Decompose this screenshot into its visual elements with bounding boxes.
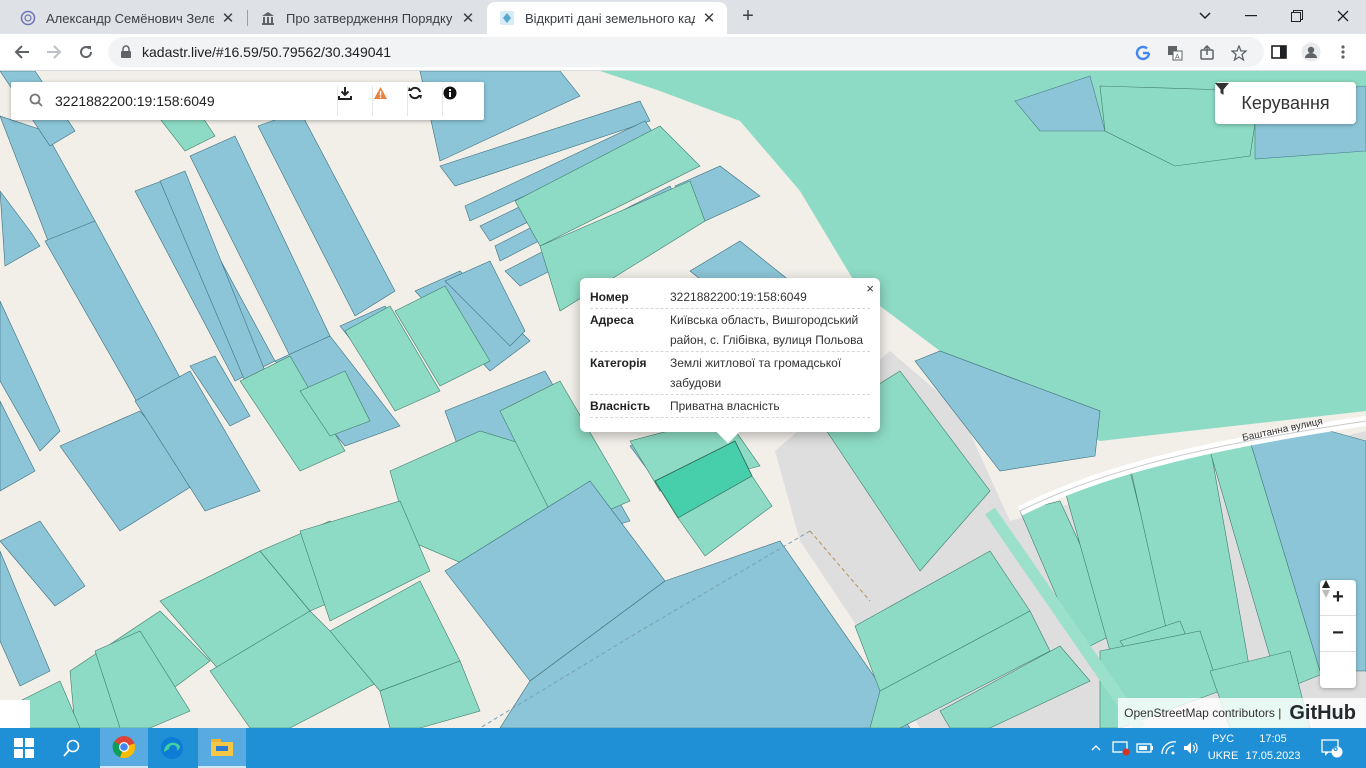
edge-icon[interactable]: [148, 728, 196, 768]
github-link[interactable]: GitHub: [1289, 702, 1356, 725]
map-attribution: OpenStreetMap contributors | GitHub: [1118, 698, 1366, 728]
minimize-icon[interactable]: [1228, 0, 1274, 32]
zoom-out-button[interactable]: −: [1320, 616, 1356, 652]
tab-kadastr[interactable]: Відкриті дані земельного кадаст ✕: [487, 2, 727, 34]
tab-decree[interactable]: Про затвердження Порядку про ✕: [248, 2, 486, 34]
popup-row-category: Категорія Землі житлової та громадської …: [590, 352, 870, 395]
tray-chevron-icon[interactable]: [1088, 728, 1104, 768]
refresh-icon[interactable]: [407, 86, 441, 116]
address-bar[interactable]: kadastr.live/#16.59/50.79562/30.349041 A: [108, 37, 1264, 67]
close-tab-icon[interactable]: ✕: [460, 9, 476, 27]
restore-icon[interactable]: [1274, 0, 1320, 32]
svg-text:A: A: [1175, 54, 1180, 61]
osm-attribution-link[interactable]: OpenStreetMap contributors |: [1124, 706, 1281, 720]
map-pin-icon: [499, 10, 515, 26]
browser-toolbar: kadastr.live/#16.59/50.79562/30.349041 A: [0, 34, 1366, 71]
chrome-icon[interactable]: [100, 728, 148, 768]
google-icon[interactable]: [1134, 44, 1152, 62]
controls-button-label: Керування: [1241, 92, 1330, 113]
back-icon[interactable]: [8, 38, 36, 66]
info-icon[interactable]: [442, 86, 476, 116]
popup-value: Приватна власність: [670, 399, 780, 413]
popup-row-address: Адреса Київська область, Вишгородський р…: [590, 309, 870, 352]
filter-icon: [1215, 83, 1229, 95]
zoom-controls: + −: [1320, 580, 1356, 688]
popup-close-button[interactable]: ×: [866, 281, 874, 296]
network-alert-icon[interactable]: [1110, 728, 1132, 768]
cadastral-map[interactable]: Баштанна вулиця Керування × Номер 322188…: [0, 71, 1366, 728]
close-tab-icon[interactable]: ✕: [220, 9, 236, 27]
tab-zelensky[interactable]: Александр Семёнович Зеленский ✕: [8, 2, 246, 34]
clock-date: 17.05.2023: [1245, 750, 1301, 762]
notification-count: 6: [1333, 743, 1339, 753]
tab-title: Про затвердження Порядку про: [286, 10, 454, 26]
popup-row-ownership: Власність Приватна власність: [590, 395, 870, 418]
side-panel-icon[interactable]: [1268, 41, 1290, 63]
popup-value: Землі житлової та громадської забудови: [670, 356, 842, 390]
globe-icon: [20, 10, 36, 26]
menu-dots-icon[interactable]: [1332, 41, 1354, 63]
system-clock[interactable]: 17:05 17.05.2023: [1243, 731, 1303, 765]
popup-value: 3221882200:19:158:6049: [670, 290, 807, 304]
warning-icon[interactable]: [372, 86, 406, 116]
tab-search-icon[interactable]: [1182, 0, 1228, 32]
map-corner-box: [0, 700, 30, 728]
clock-time: 17:05: [1259, 733, 1287, 745]
tab-title: Александр Семёнович Зеленский: [46, 10, 214, 26]
windows-taskbar: РУС UKRE 17:05 17.05.2023 6: [0, 728, 1366, 768]
profile-avatar-icon[interactable]: [1300, 41, 1322, 63]
parcel-search-bar: [11, 82, 484, 120]
compass-icon[interactable]: [1320, 580, 1356, 688]
url-text: kadastr.live/#16.59/50.79562/30.349041: [142, 44, 392, 60]
close-window-icon[interactable]: [1320, 0, 1366, 32]
popup-row-number: Номер 3221882200:19:158:6049: [590, 286, 870, 309]
battery-icon[interactable]: [1134, 728, 1156, 768]
popup-value: Київська область, Вишгородський район, с…: [670, 313, 864, 347]
popup-key: Власність: [590, 399, 651, 413]
forward-icon[interactable]: [40, 38, 68, 66]
popup-key: Номер: [590, 290, 629, 304]
keyboard-language[interactable]: РУС UKRE: [1206, 731, 1240, 765]
wifi-icon[interactable]: [1158, 728, 1180, 768]
popup-key: Категорія: [590, 356, 647, 370]
popup-key: Адреса: [590, 313, 634, 327]
notifications-icon[interactable]: 6: [1312, 728, 1352, 768]
share-icon[interactable]: [1198, 44, 1216, 62]
parcel-search-input[interactable]: [55, 82, 335, 120]
search-icon[interactable]: [48, 728, 96, 768]
windows-start-icon[interactable]: [0, 728, 48, 768]
bookmark-star-icon[interactable]: [1230, 44, 1248, 62]
file-explorer-icon[interactable]: [198, 728, 246, 768]
translate-icon[interactable]: A: [1166, 44, 1184, 62]
close-tab-icon[interactable]: ✕: [701, 9, 717, 27]
controls-button[interactable]: Керування: [1215, 82, 1356, 124]
lock-icon[interactable]: [120, 45, 132, 64]
parcel-info-popup: × Номер 3221882200:19:158:6049 Адреса Ки…: [580, 278, 880, 444]
download-icon[interactable]: [337, 86, 371, 116]
tab-strip: Александр Семёнович Зеленский ✕ Про затв…: [0, 0, 1366, 34]
volume-icon[interactable]: [1180, 728, 1202, 768]
language-code: РУС: [1211, 733, 1235, 745]
tab-title: Відкриті дані земельного кадаст: [525, 10, 695, 26]
government-building-icon: [260, 10, 276, 26]
new-tab-button[interactable]: +: [736, 4, 760, 28]
reload-icon[interactable]: [72, 38, 100, 66]
layout-code: UKRE: [1207, 750, 1239, 762]
